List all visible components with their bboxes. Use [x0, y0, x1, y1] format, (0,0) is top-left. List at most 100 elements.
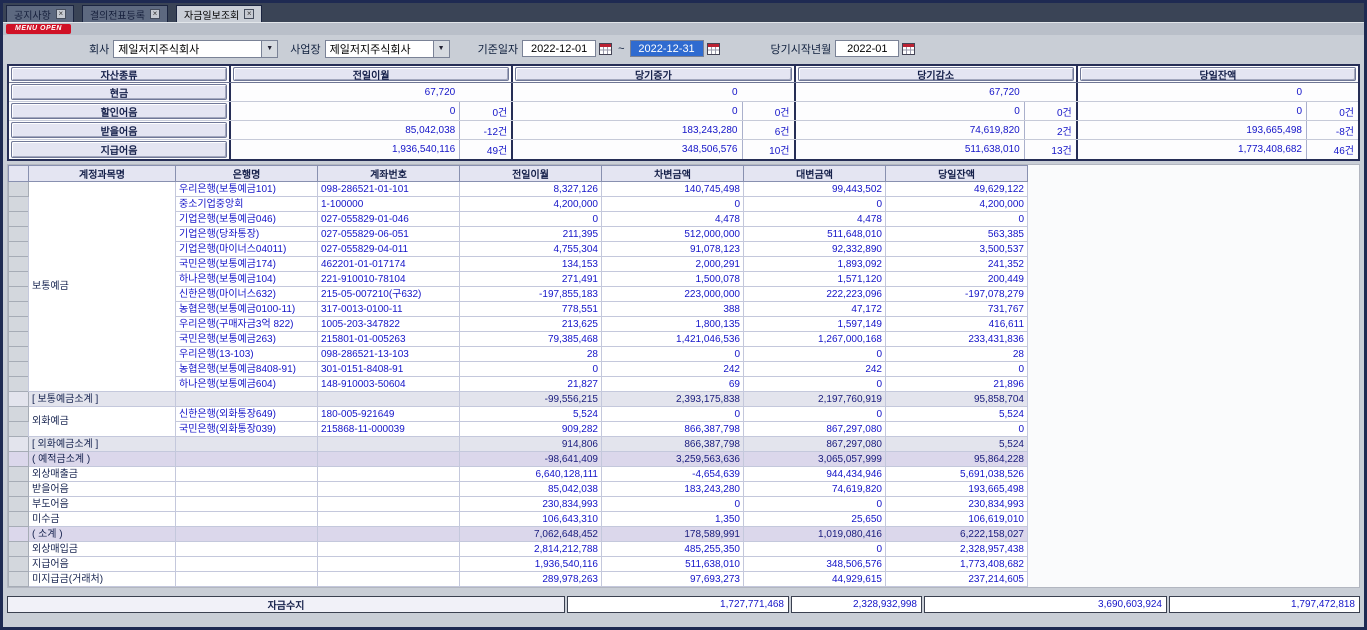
summary-row-label[interactable]: 할인어음 — [11, 103, 227, 119]
summary-row-label[interactable]: 지급어음 — [11, 141, 227, 158]
summary-amount-cell[interactable]: 1,773,408,682 — [1078, 140, 1306, 159]
table-row[interactable]: 지급어음1,936,540,116511,638,010348,506,5761… — [9, 557, 1028, 572]
summary-count-cell[interactable]: 6건 — [742, 121, 794, 139]
summary-count-cell[interactable]: 0건 — [1306, 102, 1358, 120]
grid-column-header[interactable]: 은행명 — [176, 166, 318, 182]
summary-count-cell[interactable]: 13건 — [1024, 140, 1076, 159]
calendar-icon[interactable] — [598, 41, 613, 56]
period-start-field[interactable]: 2022-01 — [835, 40, 899, 57]
summary-row[interactable]: 받을어음85,042,038-12건183,243,2806건74,619,82… — [9, 121, 1358, 140]
grid-column-header[interactable]: 전일이월 — [460, 166, 602, 182]
summary-amount-cell[interactable]: 0 — [1078, 83, 1306, 101]
table-row[interactable]: 외화예금신한은행(외화통장649)180-005-9216495,524005,… — [9, 407, 1028, 422]
row-selector[interactable] — [9, 302, 29, 317]
table-row[interactable]: ( 소계 )7,062,648,452178,589,9911,019,080,… — [9, 527, 1028, 542]
table-row[interactable]: 보통예금우리은행(보통예금101)098-286521-01-1018,327,… — [9, 182, 1028, 197]
close-icon[interactable]: × — [56, 9, 66, 19]
menu-open-button[interactable]: MENU OPEN — [6, 24, 71, 34]
company-select[interactable]: 제일저지주식회사 ▼ — [113, 40, 278, 58]
summary-count-cell[interactable]: 49건 — [459, 140, 511, 159]
tab-notice[interactable]: 공지사항 × — [6, 5, 74, 22]
summary-count-cell[interactable]: 0건 — [459, 102, 511, 120]
row-selector[interactable] — [9, 467, 29, 482]
summary-amount-cell[interactable]: 1,936,540,116 — [231, 140, 459, 159]
summary-row-label[interactable]: 받을어음 — [11, 122, 227, 138]
summary-amount-cell[interactable]: 0 — [796, 102, 1024, 120]
grid-column-header[interactable]: 계정과목명 — [29, 166, 176, 182]
chevron-down-icon[interactable]: ▼ — [261, 41, 277, 57]
row-selector[interactable] — [9, 482, 29, 497]
row-selector[interactable] — [9, 347, 29, 362]
summary-amount-cell[interactable]: 183,243,280 — [513, 121, 741, 139]
row-selector[interactable] — [9, 212, 29, 227]
summary-count-cell[interactable]: 46건 — [1306, 140, 1358, 159]
row-selector[interactable] — [9, 572, 29, 587]
date-from-field[interactable]: 2022-12-01 — [522, 40, 596, 57]
summary-amount-cell[interactable]: 0 — [1078, 102, 1306, 120]
summary-amount-cell[interactable]: 511,638,010 — [796, 140, 1024, 159]
summary-count-cell[interactable]: 0건 — [742, 102, 794, 120]
row-selector[interactable] — [9, 407, 29, 422]
row-selector[interactable] — [9, 377, 29, 392]
workplace-select[interactable]: 제일저지주식회사 ▼ — [325, 40, 450, 58]
summary-amount-cell[interactable]: 348,506,576 — [513, 140, 741, 159]
table-row[interactable]: [ 보통예금소계 ]-99,556,2152,393,175,8382,197,… — [9, 392, 1028, 407]
close-icon[interactable]: × — [150, 9, 160, 19]
summary-row[interactable]: 할인어음00건00건00건00건 — [9, 102, 1358, 121]
summary-amount-cell[interactable]: 67,720 — [231, 83, 459, 101]
summary-count-cell[interactable] — [459, 83, 511, 101]
date-to-field[interactable]: 2022-12-31 — [630, 40, 704, 57]
row-selector[interactable] — [9, 392, 29, 407]
row-selector[interactable] — [9, 497, 29, 512]
summary-amount-cell[interactable]: 0 — [513, 83, 741, 101]
row-selector[interactable] — [9, 227, 29, 242]
table-row[interactable]: 미지급금(거래처)289,978,26397,693,27344,929,615… — [9, 572, 1028, 587]
tab-funds-daily-report[interactable]: 자금일보조회 × — [176, 5, 262, 22]
summary-count-cell[interactable] — [1306, 83, 1358, 101]
table-row[interactable]: [ 외화예금소계 ]914,806866,387,798867,297,0805… — [9, 437, 1028, 452]
summary-count-cell[interactable]: -8건 — [1306, 121, 1358, 139]
row-selector[interactable] — [9, 257, 29, 272]
calendar-icon[interactable] — [901, 41, 916, 56]
row-selector[interactable] — [9, 542, 29, 557]
row-selector[interactable] — [9, 317, 29, 332]
summary-amount-cell[interactable]: 0 — [513, 102, 741, 120]
row-selector[interactable] — [9, 197, 29, 212]
table-row[interactable]: 외상매입금2,814,212,788485,255,35002,328,957,… — [9, 542, 1028, 557]
summary-amount-cell[interactable]: 0 — [231, 102, 459, 120]
summary-count-cell[interactable] — [742, 83, 794, 101]
summary-amount-cell[interactable]: 67,720 — [796, 83, 1024, 101]
summary-amount-cell[interactable]: 74,619,820 — [796, 121, 1024, 139]
summary-amount-cell[interactable]: 193,665,498 — [1078, 121, 1306, 139]
grid-column-header[interactable]: 대변금액 — [744, 166, 886, 182]
calendar-icon[interactable] — [706, 41, 721, 56]
table-row[interactable]: 부도어음230,834,99300230,834,993 — [9, 497, 1028, 512]
row-selector[interactable] — [9, 362, 29, 377]
summary-count-cell[interactable]: 2건 — [1024, 121, 1076, 139]
row-selector[interactable] — [9, 527, 29, 542]
row-selector[interactable] — [9, 557, 29, 572]
grid-column-header[interactable]: 당일잔액 — [886, 166, 1028, 182]
row-selector[interactable] — [9, 182, 29, 197]
summary-row-label[interactable]: 현금 — [11, 84, 227, 100]
row-selector[interactable] — [9, 422, 29, 437]
summary-amount-cell[interactable]: 85,042,038 — [231, 121, 459, 139]
row-selector[interactable] — [9, 452, 29, 467]
close-icon[interactable]: × — [244, 9, 254, 19]
row-selector[interactable] — [9, 272, 29, 287]
summary-count-cell[interactable]: -12건 — [459, 121, 511, 139]
row-selector[interactable] — [9, 437, 29, 452]
tab-slip-register[interactable]: 결의전표등록 × — [82, 5, 168, 22]
row-selector[interactable] — [9, 287, 29, 302]
row-selector[interactable] — [9, 512, 29, 527]
table-row[interactable]: 미수금106,643,3101,35025,650106,619,010 — [9, 512, 1028, 527]
row-selector[interactable] — [9, 242, 29, 257]
table-row[interactable]: ( 예적금소계 )-98,641,4093,259,563,6363,065,0… — [9, 452, 1028, 467]
summary-count-cell[interactable] — [1024, 83, 1076, 101]
table-row[interactable]: 외상매출금6,640,128,111-4,654,639944,434,9465… — [9, 467, 1028, 482]
summary-row[interactable]: 현금67,720067,7200 — [9, 83, 1358, 102]
table-row[interactable]: 받을어음85,042,038183,243,28074,619,820193,6… — [9, 482, 1028, 497]
grid-column-header[interactable]: 계좌번호 — [318, 166, 460, 182]
summary-count-cell[interactable]: 0건 — [1024, 102, 1076, 120]
grid-column-header[interactable]: 차변금액 — [602, 166, 744, 182]
